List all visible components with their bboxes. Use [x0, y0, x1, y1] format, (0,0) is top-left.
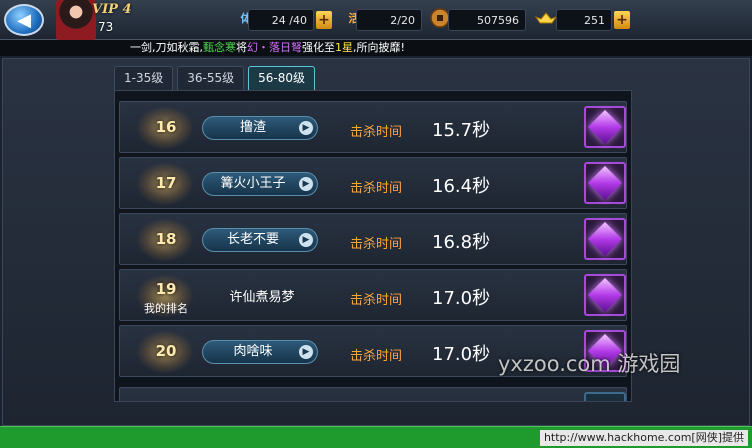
tab-36-55[interactable]: 36-55级: [177, 66, 245, 90]
ranking-row: 16 撸渣 ▶ 击杀时间 15.7秒: [119, 101, 627, 153]
reward-slot[interactable]: [584, 218, 626, 260]
avatar[interactable]: [56, 0, 96, 40]
kill-time-value: 17.0秒: [432, 288, 491, 309]
kill-time-value: 17.0秒: [432, 344, 491, 365]
announcement-marquee: 一剑,刀如秋霜,甄念寒将幻・落日弩强化至1星,所向披靡!: [0, 40, 752, 56]
marquee-text: ,所向披靡!: [353, 41, 405, 54]
rank-number: 17: [155, 174, 177, 192]
player-name-button[interactable]: 撸渣 ▶: [202, 116, 318, 140]
arrow-right-icon: ▶: [299, 233, 313, 247]
kill-time-label: 击杀时间: [350, 349, 403, 364]
marquee-text: 一剑,刀如秋霜,: [130, 41, 203, 54]
rank-number: 19: [155, 280, 177, 298]
arrow-right-icon: ▶: [299, 121, 313, 135]
ranking-row-partial: [119, 387, 627, 401]
arrow-right-icon: ▶: [299, 345, 313, 359]
my-ranking-row: 19 我的排名 许仙煮易梦 击杀时间 17.0秒: [119, 269, 627, 321]
kill-time-label: 击杀时间: [350, 293, 403, 308]
marquee-player: 甄念寒: [203, 41, 236, 54]
gold-value: 251: [556, 9, 612, 31]
top-bar: ◀ VIP 4 73 体 24 /40 + 活 2/20 507596 251 …: [0, 0, 752, 40]
player-name-button[interactable]: 长老不要 ▶: [202, 228, 318, 252]
player-name: 肉啥味: [233, 344, 273, 359]
kill-time-label: 击杀时间: [350, 237, 403, 252]
kill-time-value: 16.4秒: [432, 176, 491, 197]
kill-time-label: 击杀时间: [350, 125, 403, 140]
footer-bar: http://www.hackhome.com[网侠]提供: [0, 426, 752, 448]
marquee-text: 将: [236, 41, 247, 54]
arrow-right-icon: ▶: [299, 177, 313, 191]
rank-number: 18: [155, 230, 177, 248]
kill-time-label: 击杀时间: [350, 181, 403, 196]
purple-gem-icon: [588, 278, 622, 312]
purple-gem-icon: [588, 166, 622, 200]
reward-slot[interactable]: [584, 106, 626, 148]
level-tabs: 1-35级 36-55级 56-80级: [114, 66, 315, 90]
player-name-button[interactable]: 篝火小王子 ▶: [202, 172, 318, 196]
player-level: 73: [98, 20, 114, 34]
ranking-row: 17 篝火小王子 ▶ 击杀时间 16.4秒: [119, 157, 627, 209]
energy-value: 2/20: [356, 9, 422, 31]
footer-credit: http://www.hackhome.com[网侠]提供: [539, 430, 748, 446]
player-name: 许仙煮易梦: [229, 290, 295, 305]
purple-gem-icon: [588, 222, 622, 256]
kill-time-value: 16.8秒: [432, 232, 491, 253]
marquee-item: 幻・落日弩: [247, 41, 302, 54]
rank-number: 20: [155, 342, 177, 360]
tab-56-80[interactable]: 56-80级: [248, 66, 315, 90]
ranking-row: 18 长老不要 ▶ 击杀时间 16.8秒: [119, 213, 627, 265]
tab-1-35[interactable]: 1-35级: [114, 66, 174, 90]
player-name: 长老不要: [226, 232, 279, 247]
add-gold-button[interactable]: +: [614, 11, 630, 29]
stamina-value: 24 /40: [248, 9, 314, 31]
marquee-stars: 1星: [335, 41, 353, 54]
reward-slot[interactable]: [584, 392, 626, 401]
player-name: 篝火小王子: [220, 176, 286, 191]
purple-gem-icon: [588, 110, 622, 144]
back-arrow-icon: ◀: [17, 9, 31, 31]
reward-slot[interactable]: [584, 162, 626, 204]
rank-number: 16: [155, 118, 177, 136]
player-name: 撸渣: [239, 120, 266, 135]
marquee-text: 强化至: [302, 41, 335, 54]
watermark: yxzoo.com 游戏园: [498, 352, 681, 376]
vip-badge: VIP 4: [92, 2, 132, 17]
add-stamina-button[interactable]: +: [316, 11, 332, 29]
my-rank-label: 我的排名: [144, 302, 188, 315]
reward-slot[interactable]: [584, 274, 626, 316]
back-button[interactable]: ◀: [4, 4, 44, 36]
coins-value: 507596: [448, 9, 526, 31]
kill-time-value: 15.7秒: [432, 120, 491, 141]
player-name-button[interactable]: 肉啥味 ▶: [202, 340, 318, 364]
